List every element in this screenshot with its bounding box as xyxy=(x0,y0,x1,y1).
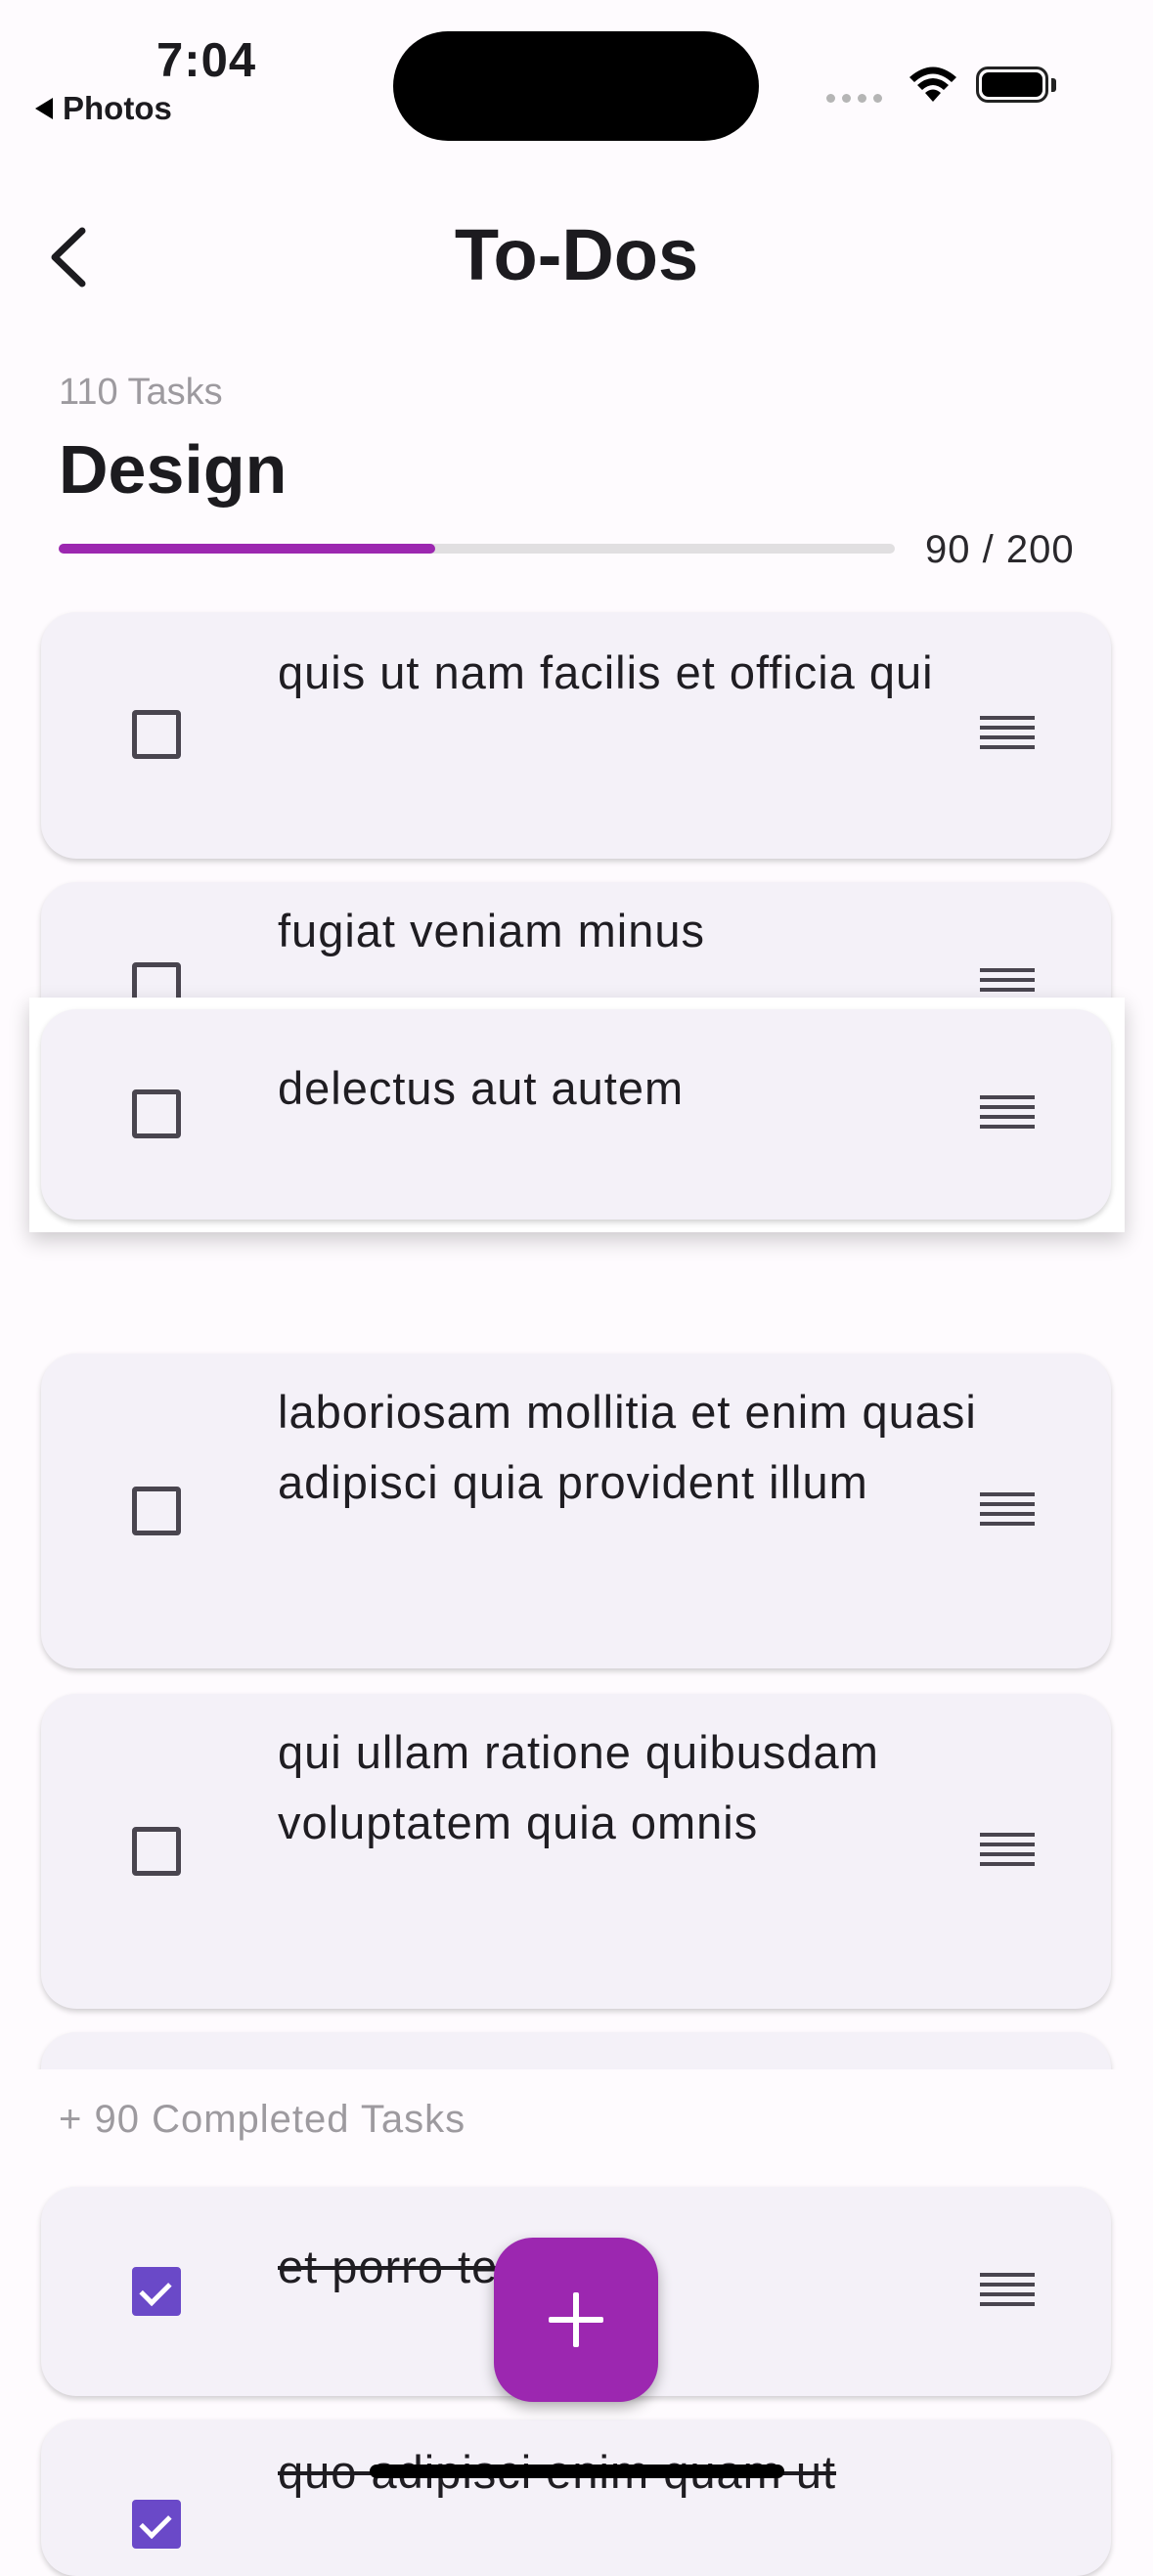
task-checkbox[interactable] xyxy=(132,1487,181,1535)
battery-icon xyxy=(976,67,1048,103)
add-task-button[interactable] xyxy=(494,2238,658,2402)
dynamic-island xyxy=(393,31,759,141)
drag-handle-icon[interactable] xyxy=(980,1833,1035,1876)
progress-label: 90 / 200 xyxy=(925,528,1075,571)
drag-handle-icon[interactable] xyxy=(980,716,1035,759)
task-count: 110 Tasks xyxy=(59,372,223,413)
home-indicator[interactable] xyxy=(370,2465,784,2478)
task-text: qui ullam ratione quibusdam voluptatem q… xyxy=(278,1726,879,1848)
page-title: To-Dos xyxy=(454,214,699,295)
task-card[interactable]: quis ut nam facilis et officia qui xyxy=(41,612,1111,859)
task-card-dragging[interactable]: delectus aut autem xyxy=(41,1009,1111,1220)
task-card[interactable]: qui ullam ratione quibusdam voluptatem q… xyxy=(41,1694,1111,2009)
task-checkbox[interactable] xyxy=(132,1827,181,1876)
task-text: laboriosam mollitia et enim quasi adipis… xyxy=(278,1386,977,1508)
task-text: quis ut nam facilis et officia qui xyxy=(278,646,934,698)
task-text: fugiat veniam minus xyxy=(278,905,705,956)
battery-nub xyxy=(1051,78,1056,92)
task-card[interactable]: laboriosam mollitia et enim quasi adipis… xyxy=(41,1354,1111,1668)
back-to-photos-link[interactable]: Photos xyxy=(35,90,172,127)
task-checkbox[interactable] xyxy=(132,1089,181,1138)
wifi-icon xyxy=(909,67,956,102)
back-triangle-icon xyxy=(35,98,53,119)
project-name: Design xyxy=(59,431,288,508)
completed-task-card[interactable]: quo adipisci enim quam ut xyxy=(41,2420,1111,2576)
cellular-signal-icon xyxy=(826,94,882,103)
drag-handle-icon[interactable] xyxy=(980,1492,1035,1535)
progress-fill xyxy=(59,544,435,554)
back-app-label: Photos xyxy=(63,90,172,126)
task-checkbox-checked[interactable] xyxy=(132,2267,181,2316)
task-text: delectus aut autem xyxy=(278,1062,685,1114)
task-checkbox[interactable] xyxy=(132,710,181,759)
completed-tasks-label[interactable]: + 90 Completed Tasks xyxy=(59,2098,466,2142)
task-checkbox-checked[interactable] xyxy=(132,2500,181,2549)
drag-handle-icon[interactable] xyxy=(980,1095,1035,1138)
progress-bar xyxy=(59,544,895,554)
status-time: 7:04 xyxy=(156,34,257,87)
drag-handle-icon[interactable] xyxy=(980,2273,1035,2316)
